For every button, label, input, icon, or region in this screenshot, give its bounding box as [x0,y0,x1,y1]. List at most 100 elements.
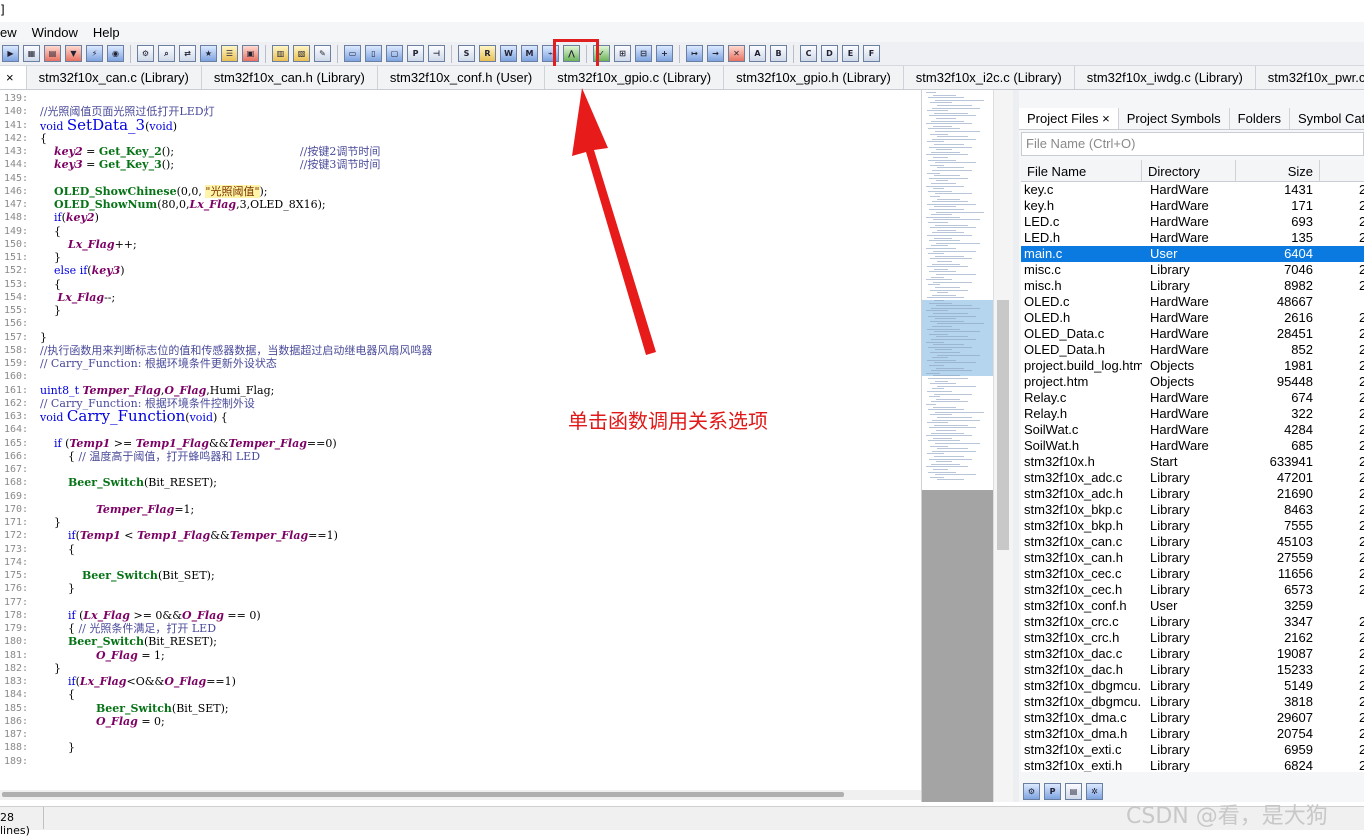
stop-icon[interactable]: ✕ [728,45,745,62]
file-row[interactable]: SoilWat.h HardWare 685 2 [1021,438,1364,454]
file-row[interactable]: stm32f10x_bkp.c Library 8463 2 [1021,502,1364,518]
bookmark-icon[interactable]: ★ [200,45,217,62]
file-row[interactable]: stm32f10x.h Start 633941 2 [1021,454,1364,470]
file-row[interactable]: stm32f10x_dma.h Library 20754 2 [1021,726,1364,742]
menu-help[interactable]: Help [93,25,120,40]
code-minimap[interactable] [921,90,994,802]
books-icon[interactable]: ▥ [272,45,289,62]
memory-icon[interactable]: M [521,45,538,62]
file-row[interactable]: misc.c Library 7046 2 [1021,262,1364,278]
file-row[interactable]: SoilWat.c HardWare 4284 2 [1021,422,1364,438]
window-icon[interactable]: ▭ [344,45,361,62]
code-line[interactable]: if(Lx_Flag<O&&O_Flag==1) [40,675,236,688]
find-icon[interactable]: ⌕ [158,45,175,62]
file-row[interactable]: stm32f10x_dbgmcu. Library 3818 2 [1021,694,1364,710]
regs-icon[interactable]: R [479,45,496,62]
code-line[interactable]: if (Lx_Flag >= 0&&O_Flag == 0) [40,609,261,622]
file-row[interactable]: misc.h Library 8982 2 [1021,278,1364,294]
file-row[interactable]: stm32f10x_adc.h Library 21690 2 [1021,486,1364,502]
e-icon[interactable]: E [842,45,859,62]
column-file-name[interactable]: File Name [1021,160,1142,182]
tab-file[interactable]: stm32f10x_conf.h (User) [378,66,546,89]
project-icon[interactable]: ▢ [386,45,403,62]
file-row[interactable]: stm32f10x_dbgmcu. Library 5149 2 [1021,678,1364,694]
code-line[interactable]: uint8_t Temper_Flag,O_Flag,Humi_Flag; [40,384,274,397]
file-row[interactable]: stm32f10x_exti.h Library 6824 2 [1021,758,1364,772]
file-row[interactable]: stm32f10x_cec.h Library 6573 2 [1021,582,1364,598]
code-line[interactable]: { // 光照条件满足，打开 LED [40,622,216,635]
code-line[interactable]: { [40,132,47,145]
code-line[interactable]: key3 = Get_Key_3(); //按键3调节时间 [40,158,380,171]
file-row[interactable]: OLED.c HardWare 48667 [1021,294,1364,310]
file-row[interactable]: OLED.h HardWare 2616 20 [1021,310,1364,326]
file-row[interactable]: main.c User 6404 [1021,246,1364,262]
code-line[interactable]: key2 = Get_Key_2(); //按键2调节时间 [40,145,380,158]
code-line[interactable]: } [40,251,61,264]
code-line[interactable]: OLED_ShowNum(80,0,Lx_Flag,3,OLED_8X16); [40,198,326,211]
code-line[interactable]: { // 温度高于阈值，打开蜂鸣器和 LED [40,450,260,463]
books-icon[interactable]: ▤ [1065,782,1082,800]
code-line[interactable]: { [40,225,61,238]
code-line[interactable]: Beer_Switch(Bit_RESET); [40,635,217,648]
code-line[interactable]: Beer_Switch(Bit_SET); [40,569,215,582]
layout-icon[interactable]: ▯ [365,45,382,62]
horizontal-scroll-thumb[interactable] [2,792,844,797]
b-icon[interactable]: B [770,45,787,62]
gear-icon[interactable]: ✲ [1086,782,1103,800]
file-row[interactable]: OLED_Data.h HardWare 852 2 [1021,342,1364,358]
code-line[interactable]: { [40,543,75,556]
c-icon[interactable]: C [800,45,817,62]
d-icon[interactable]: D [821,45,838,62]
code-line[interactable]: O_Flag = 1; [40,649,165,662]
run-icon[interactable]: ▶ [2,45,19,62]
code-line[interactable]: } [40,662,61,675]
file-row[interactable]: LED.c HardWare 693 2 [1021,214,1364,230]
code-line[interactable]: } [40,331,47,344]
tab-file[interactable]: stm32f10x_can.h (Library) [202,66,378,89]
file-row[interactable]: key.h HardWare 171 2 [1021,198,1364,214]
file-row[interactable]: stm32f10x_crc.c Library 3347 2 [1021,614,1364,630]
download-icon[interactable]: ▼ [65,45,82,62]
code-line[interactable]: OLED_ShowChinese(0,0, "光照阈值"); [40,184,268,198]
file-row[interactable]: stm32f10x_dac.h Library 15233 2 [1021,662,1364,678]
vertical-scroll-thumb[interactable] [997,300,1009,550]
tab-file[interactable]: stm32f10x_can.c (Library) [27,66,202,89]
f-icon[interactable]: F [863,45,880,62]
file-row[interactable]: key.c HardWare 1431 2 [1021,182,1364,198]
replace-icon[interactable]: ⇄ [179,45,196,62]
code-line[interactable]: if(Temp1 < Temp1_Flag&&Temper_Flag==1) [40,529,338,542]
outline-icon[interactable]: ☰ [221,45,238,62]
file-row[interactable]: project.build_log.htm Objects 1981 2 [1021,358,1364,374]
code-line[interactable]: Beer_Switch(Bit_SET); [40,702,229,715]
code-line[interactable]: O_Flag = 0; [40,715,165,728]
p-icon[interactable]: P [1044,782,1061,800]
file-row[interactable]: stm32f10x_can.h Library 27559 2 [1021,550,1364,566]
tab-project-files[interactable]: Project Files × [1019,108,1119,129]
file-row[interactable]: OLED_Data.c HardWare 28451 2 [1021,326,1364,342]
file-row[interactable]: project.htm Objects 95448 2 [1021,374,1364,390]
tab-file[interactable]: stm32f10x_gpio.c (Library) [545,66,725,89]
tab-folders[interactable]: Folders [1230,108,1291,129]
tab-file[interactable]: stm32f10x_gpio.h (Library) [724,66,904,89]
file-row[interactable]: stm32f10x_adc.c Library 47201 2 [1021,470,1364,486]
horizontal-scrollbar[interactable] [0,790,921,800]
column-directory[interactable]: Directory [1142,160,1236,182]
tab-file[interactable]: stm32f10x_pwr.c (Library) [1256,66,1364,89]
next-icon[interactable]: → [707,45,724,62]
debug-icon[interactable]: ◉ [107,45,124,62]
file-row[interactable]: LED.h HardWare 135 2 [1021,230,1364,246]
file-row[interactable]: Relay.h HardWare 322 2 [1021,406,1364,422]
code-line[interactable]: } [40,582,75,595]
tab-file[interactable]: stm32f10x_iwdg.c (Library) [1075,66,1256,89]
config-icon[interactable]: ✎ [314,45,331,62]
code-line[interactable]: // Carry_Function: 根据环境条件更新外设状态 [40,357,277,370]
code-line[interactable]: } [40,304,61,317]
code-line[interactable]: { [40,688,75,701]
file-filter-input[interactable]: File Name (Ctrl+O) [1021,132,1364,156]
code-line[interactable]: Lx_Flag++; [40,238,137,251]
column-modified[interactable]: M [1357,160,1364,182]
tab-project-symbols[interactable]: Project Symbols [1119,108,1230,129]
code-line[interactable]: } [40,741,75,754]
step-icon[interactable]: ↦ [686,45,703,62]
code-line[interactable]: Lx_Flag--; [40,291,115,304]
